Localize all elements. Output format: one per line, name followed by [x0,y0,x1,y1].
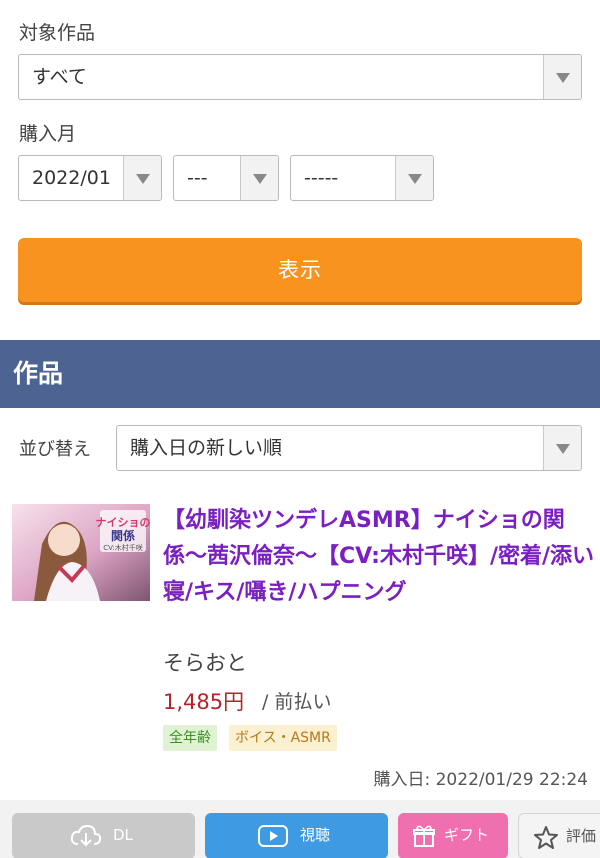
target-works-label: 対象作品 [19,22,96,44]
download-button[interactable]: DL [12,813,195,858]
review-button[interactable]: 評価 [518,813,600,858]
purchase-extra-select[interactable]: ----- [290,155,434,201]
sort-select[interactable]: 購入日の新しい順 [116,425,582,471]
purchase-month-value: 2022/01 [32,167,111,189]
review-label: 評価 [566,827,597,845]
age-rating-tag: 全年齢 [163,725,217,751]
cloud-download-icon [70,824,102,847]
action-button-row: DL 視聴 ギフト 評価 [0,800,600,858]
download-label: DL [113,826,133,844]
purchase-day-select[interactable]: --- [173,155,279,201]
purchase-date: 購入日: 2022/01/29 22:24 [373,770,588,790]
section-title: 作品 [13,359,64,388]
work-price: 1,485円 [163,690,245,714]
sort-label: 並び替え [19,439,91,460]
purchase-month-select[interactable]: 2022/01 [18,155,162,201]
target-works-select[interactable]: すべて [18,54,582,100]
view-button[interactable]: 視聴 [205,813,388,858]
purchase-day-value: --- [187,167,208,189]
svg-text:CV:木村千咲: CV:木村千咲 [103,543,142,552]
works-section-header: 作品 [0,340,600,408]
work-cover-image: ナイショの 関係 CV:木村千咲 [12,504,150,601]
work-title-link[interactable]: 【幼馴染ツンデレASMR】ナイショの関係〜茜沢倫奈〜【CV:木村千咲】/密着/添… [163,503,595,611]
star-icon [534,826,558,849]
purchase-extra-value: ----- [304,167,339,189]
target-works-value: すべて [32,66,87,88]
purchase-month-label: 購入月 [19,123,77,145]
chevron-down-icon [240,156,278,200]
gift-icon [413,825,435,847]
chevron-down-icon [395,156,433,200]
sort-value: 購入日の新しい順 [130,437,283,459]
work-thumbnail[interactable]: ナイショの 関係 CV:木村千咲 [12,504,150,601]
gift-button[interactable]: ギフト [398,813,508,858]
work-maker-link[interactable]: そらおと [163,647,247,677]
play-screen-icon [258,825,288,847]
chevron-down-icon [543,55,581,99]
chevron-down-icon [123,156,161,200]
chevron-down-icon [543,426,581,470]
view-label: 視聴 [300,826,331,844]
svg-text:ナイショの: ナイショの [96,516,151,529]
payment-type: / 前払い [262,691,332,713]
gift-label: ギフト [444,826,490,844]
genre-tag: ボイス・ASMR [229,725,337,751]
svg-text:関係: 関係 [111,528,135,543]
show-button[interactable]: 表示 [18,238,582,302]
